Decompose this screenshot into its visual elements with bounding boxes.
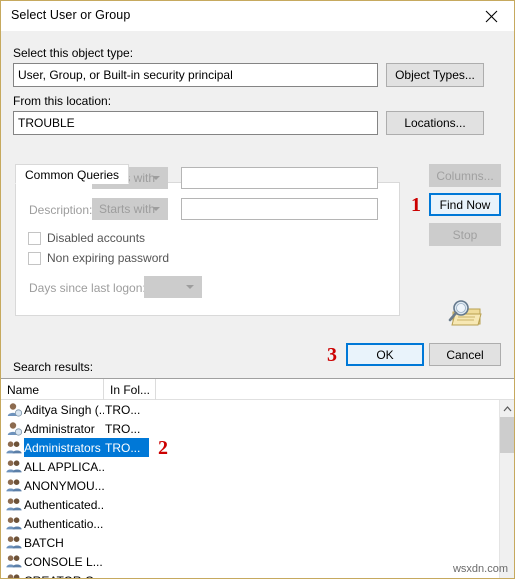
annotation-step-3: 3	[327, 344, 337, 366]
chevron-down-icon	[186, 285, 194, 289]
tab-common-queries[interactable]: Common Queries	[15, 164, 130, 184]
chevron-up-icon	[503, 399, 512, 417]
scroll-up-button[interactable]	[500, 400, 514, 416]
annotation-step-2: 2	[158, 437, 168, 459]
object-type-field[interactable]: User, Group, or Built-in security princi…	[13, 63, 378, 87]
row-in-folder	[105, 571, 149, 578]
days-since-last-logon-select[interactable]	[144, 276, 202, 298]
group-icon	[6, 535, 22, 550]
name-input[interactable]	[181, 167, 378, 189]
disabled-accounts-checkbox[interactable]	[28, 232, 41, 245]
annotation-step-1: 1	[411, 194, 421, 216]
row-in-folder: TRO...	[105, 402, 141, 417]
chevron-down-icon	[152, 207, 160, 211]
list-header: Name In Fol...	[1, 379, 514, 400]
group-icon	[6, 554, 22, 569]
group-icon	[6, 497, 22, 512]
table-row[interactable]: CREATOR G...	[1, 571, 499, 578]
chevron-down-icon	[152, 176, 160, 180]
group-icon	[6, 573, 22, 578]
column-header-name[interactable]: Name	[1, 379, 104, 400]
title-bar: Select User or Group	[1, 1, 514, 31]
column-header-in-folder[interactable]: In Fol...	[104, 379, 156, 400]
close-button[interactable]	[469, 1, 514, 31]
row-in-folder	[105, 514, 149, 533]
non-expiring-password-label: Non expiring password	[47, 251, 170, 265]
list-rows: Aditya Singh (... TRO... Administrator TRO.…	[1, 400, 499, 578]
object-type-label: Select this object type:	[13, 46, 134, 60]
group-icon	[6, 478, 22, 493]
search-results-list[interactable]: Name In Fol... Aditya Singh (... TRO... Ad…	[1, 378, 514, 578]
row-name: ANONYMOU...	[24, 478, 104, 493]
list-scrollbar[interactable]	[499, 400, 514, 578]
row-in-folder	[105, 476, 149, 495]
row-in-folder	[105, 495, 149, 514]
watermark: wsxdn.com	[452, 563, 508, 575]
user-icon	[6, 421, 23, 436]
table-row[interactable]: Authenticated...	[1, 495, 499, 514]
description-condition-value: Starts with	[99, 202, 156, 216]
select-user-or-group-dialog: Select User or Group Select this object …	[0, 0, 515, 579]
group-icon	[6, 459, 22, 474]
group-icon	[6, 516, 22, 531]
column-header-blank	[156, 379, 494, 400]
dialog-body: Select this object type: User, Group, or…	[1, 31, 514, 578]
scroll-thumb[interactable]	[500, 417, 514, 453]
window-title: Select User or Group	[11, 8, 131, 22]
group-icon	[6, 440, 22, 455]
description-input[interactable]	[181, 198, 378, 220]
row-name: Authenticatio...	[24, 516, 104, 531]
row-name: Administrators	[24, 438, 105, 457]
row-name: Authenticated...	[24, 497, 104, 512]
row-name: Administrator	[24, 421, 95, 436]
search-results-label: Search results:	[13, 360, 94, 374]
stop-button[interactable]: Stop	[429, 223, 501, 246]
table-row[interactable]: Administrator TRO...	[1, 419, 499, 438]
columns-button[interactable]: Columns...	[429, 164, 501, 187]
close-icon	[485, 10, 498, 23]
row-name: ALL APPLICA...	[24, 459, 104, 474]
row-in-folder	[105, 533, 149, 552]
table-row[interactable]: BATCH	[1, 533, 499, 552]
locations-button[interactable]: Locations...	[386, 111, 484, 135]
user-icon	[6, 402, 23, 417]
object-types-button[interactable]: Object Types...	[386, 63, 484, 87]
search-folder-icon	[445, 296, 485, 330]
row-name: Aditya Singh (...	[24, 402, 104, 417]
ok-button[interactable]: OK	[346, 343, 424, 366]
location-field[interactable]: TROUBLE	[13, 111, 378, 135]
days-since-last-logon-label: Days since last logon:	[29, 281, 146, 295]
cancel-button[interactable]: Cancel	[429, 343, 501, 366]
disabled-accounts-label: Disabled accounts	[47, 231, 146, 245]
table-row[interactable]: Authenticatio...	[1, 514, 499, 533]
row-name: CREATOR G...	[24, 571, 104, 579]
table-row[interactable]: CONSOLE L...	[1, 552, 499, 571]
description-condition-select[interactable]: Starts with	[92, 198, 168, 220]
table-row[interactable]: Aditya Singh (... TRO...	[1, 400, 499, 419]
table-row[interactable]: Administrators TRO...	[1, 438, 499, 457]
row-in-folder: TRO...	[105, 421, 141, 436]
row-name: BATCH	[24, 535, 64, 550]
row-in-folder: TRO...	[105, 438, 149, 457]
location-label: From this location:	[13, 94, 112, 108]
row-in-folder	[105, 552, 149, 571]
non-expiring-password-checkbox[interactable]	[28, 252, 41, 265]
find-now-button[interactable]: Find Now	[429, 193, 501, 216]
table-row[interactable]: ANONYMOU...	[1, 476, 499, 495]
row-name: CONSOLE L...	[24, 554, 103, 569]
scroll-track[interactable]	[500, 453, 514, 578]
row-in-folder	[105, 457, 149, 476]
table-row[interactable]: ALL APPLICA...	[1, 457, 499, 476]
description-label: Description:	[29, 203, 93, 217]
